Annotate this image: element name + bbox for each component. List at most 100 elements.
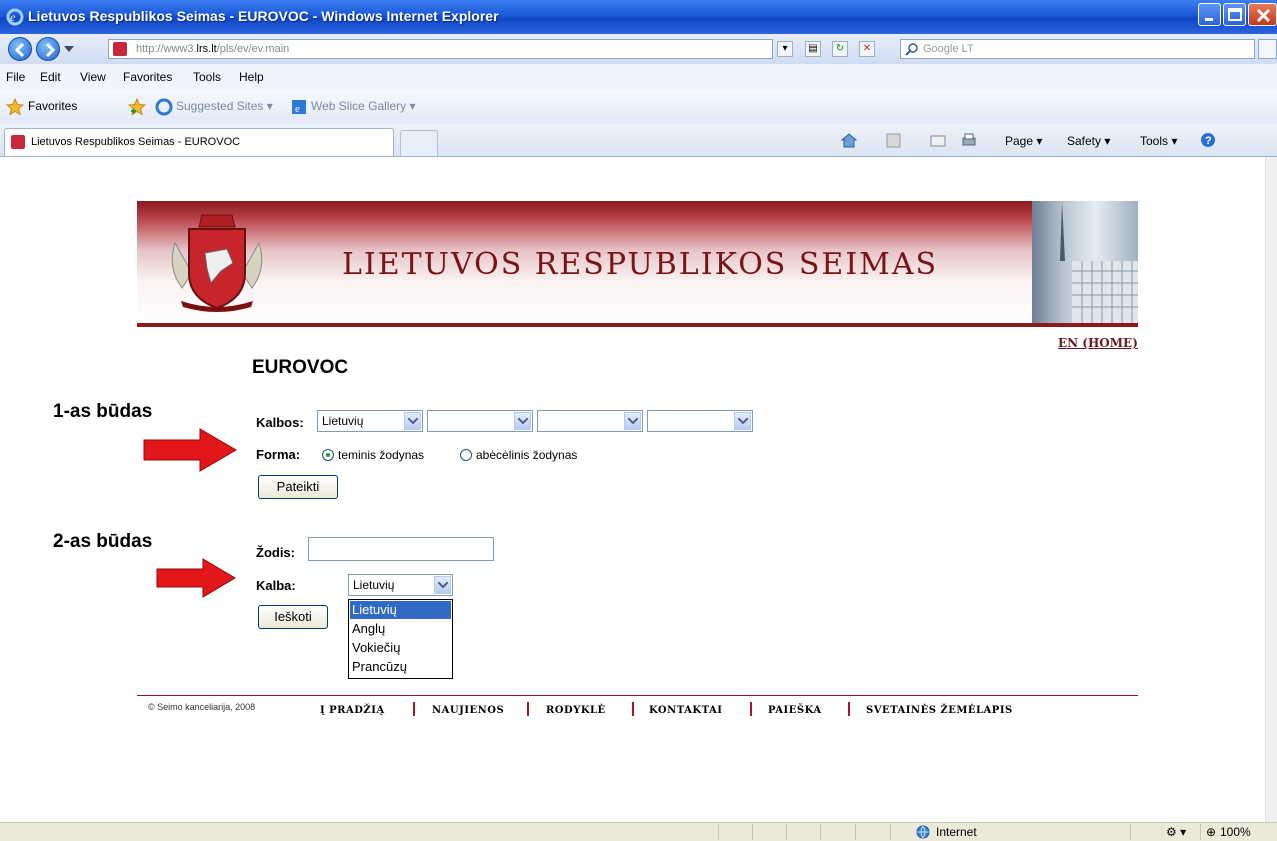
- search-input[interactable]: Google LT: [900, 39, 1255, 59]
- home-icon[interactable]: [840, 132, 858, 148]
- safety-menu[interactable]: Safety ▾: [1067, 134, 1110, 148]
- compatibility-view-icon[interactable]: ▤: [805, 41, 821, 57]
- page-menu[interactable]: Page ▾: [1005, 134, 1042, 148]
- address-bar[interactable]: http://www3.lrs.lt/pls/ev/ev.main: [108, 39, 773, 59]
- back-button[interactable]: [8, 37, 32, 61]
- window-title: Lietuvos Respublikos Seimas - EUROVOC - …: [28, 8, 499, 24]
- suggested-sites-link[interactable]: Suggested Sites ▾: [176, 99, 273, 113]
- status-divider: [752, 824, 753, 840]
- zoom-level[interactable]: 100%: [1220, 825, 1251, 839]
- footer-link-paieska[interactable]: PAIEŠKA: [768, 705, 822, 716]
- kalbos-label: Kalbos:: [256, 415, 304, 430]
- vertical-scrollbar[interactable]: [1265, 157, 1277, 822]
- footer-link-rodykle[interactable]: RODYKLĖ: [546, 705, 606, 716]
- submit-button[interactable]: Pateikti: [258, 475, 338, 499]
- radio-teminis[interactable]: [322, 449, 334, 461]
- zoom-icon[interactable]: ⊕: [1206, 825, 1216, 839]
- menu-edit[interactable]: Edit: [40, 70, 61, 84]
- status-divider: [820, 824, 821, 840]
- tab-label: Lietuvos Respublikos Seimas - EUROVOC: [31, 136, 241, 148]
- status-divider: [786, 824, 787, 840]
- word-input[interactable]: [308, 537, 494, 561]
- page-title: EUROVOC: [252, 357, 349, 378]
- menu-file[interactable]: File: [6, 70, 25, 84]
- refresh-icon[interactable]: ↻: [832, 41, 848, 57]
- footer-separator: [527, 702, 529, 716]
- add-favorites-icon[interactable]: [128, 98, 146, 116]
- kalba-select[interactable]: Lietuvių: [348, 574, 453, 596]
- chevron-down-icon: [514, 412, 531, 430]
- status-divider: [1130, 824, 1131, 840]
- chevron-down-icon: [404, 412, 421, 430]
- radio-abecelinis[interactable]: [460, 449, 472, 461]
- maximize-button[interactable]: [1223, 3, 1246, 26]
- zodis-label: Žodis:: [256, 545, 295, 560]
- read-mail-icon[interactable]: [929, 132, 947, 148]
- tab-bar: Lietuvos Respublikos Seimas - EUROVOC Pa…: [0, 124, 1277, 157]
- suggested-sites-icon: [155, 98, 173, 116]
- tab-eurovoc[interactable]: Lietuvos Respublikos Seimas - EUROVOC: [4, 128, 394, 156]
- status-bar: Internet ⚙ ▾ ⊕ 100%: [0, 822, 1277, 841]
- footer-link-naujienos[interactable]: NAUJIENOS: [432, 705, 504, 716]
- site-banner: LIETUVOS RESPUBLIKOS SEIMAS: [137, 201, 1138, 327]
- footer-link-kontaktai[interactable]: KONTAKTAI: [649, 705, 722, 716]
- tools-menu[interactable]: Tools ▾: [1140, 134, 1177, 148]
- favorites-bar: Favorites Suggested Sites ▾ e Web Slice …: [0, 90, 1277, 125]
- chevron-down-icon: [624, 412, 641, 430]
- protected-mode-icon[interactable]: ⚙ ▾: [1166, 825, 1186, 839]
- en-home-link[interactable]: EN (HOME): [1058, 336, 1138, 350]
- chevron-down-icon: [734, 412, 751, 430]
- tab-favicon-icon: [11, 135, 25, 149]
- print-icon[interactable]: [960, 132, 978, 148]
- address-dropdown-icon[interactable]: ▾: [777, 41, 793, 57]
- svg-text:e: e: [295, 103, 300, 115]
- minimize-button[interactable]: [1198, 3, 1221, 26]
- kalba-label: Kalba:: [256, 578, 296, 593]
- history-dropdown-icon[interactable]: [64, 46, 74, 52]
- footer-separator: [413, 702, 415, 716]
- ie-logo-icon: e: [6, 8, 24, 26]
- language-select-3[interactable]: [537, 410, 643, 432]
- language-select-2[interactable]: [427, 410, 533, 432]
- forward-button[interactable]: [36, 37, 60, 61]
- svg-text:e: e: [10, 10, 16, 24]
- status-divider: [718, 824, 719, 840]
- option-anglu[interactable]: Anglų: [350, 620, 451, 638]
- site-favicon-icon: [113, 42, 127, 56]
- language-select-4[interactable]: [647, 410, 753, 432]
- language-select-1[interactable]: Lietuvių: [317, 410, 423, 432]
- help-icon[interactable]: ?: [1200, 132, 1218, 148]
- web-slice-gallery-link[interactable]: Web Slice Gallery ▾: [311, 99, 416, 113]
- footer-divider: [137, 695, 1138, 696]
- footer-link-pradzia[interactable]: Į PRADŽIĄ: [320, 705, 385, 716]
- menu-help[interactable]: Help: [239, 70, 264, 84]
- option-lietuviu[interactable]: Lietuvių: [350, 601, 451, 619]
- stop-icon[interactable]: ✕: [859, 41, 875, 57]
- option-prancuzu[interactable]: Prancūzų: [350, 658, 451, 676]
- status-divider: [855, 824, 856, 840]
- security-zone: Internet: [936, 825, 977, 839]
- footer-separator: [750, 702, 752, 716]
- search-button[interactable]: [1258, 39, 1277, 59]
- coat-of-arms-icon: [171, 214, 263, 312]
- close-button[interactable]: [1248, 3, 1277, 26]
- status-divider: [1200, 824, 1201, 840]
- radio-abecelinis-label: abėcėlinis žodynas: [476, 448, 578, 462]
- new-tab-button[interactable]: [400, 130, 438, 156]
- favorites-button[interactable]: Favorites: [28, 99, 77, 113]
- feeds-icon[interactable]: [885, 132, 903, 148]
- option-vokieciu[interactable]: Vokiečių: [350, 639, 451, 657]
- search-button[interactable]: Ieškoti: [258, 605, 328, 629]
- svg-text:?: ?: [1205, 135, 1212, 147]
- window-title-bar: e Lietuvos Respublikos Seimas - EUROVOC …: [0, 0, 1277, 34]
- method-1-label: 1-as būdas: [53, 401, 153, 422]
- menu-tools[interactable]: Tools: [193, 70, 221, 84]
- address-toolbar: http://www3.lrs.lt/pls/ev/ev.main ▾ ▤ ↻ …: [0, 34, 1277, 64]
- banner-divider: [137, 323, 1138, 327]
- footer-link-zemelapis[interactable]: SVETAINĖS ŽEMĖLAPIS: [866, 705, 1013, 716]
- menu-view[interactable]: View: [80, 70, 106, 84]
- seimas-building-image: [1032, 201, 1138, 323]
- favorites-star-icon: [6, 98, 24, 116]
- red-arrow-icon: [143, 428, 237, 472]
- menu-favorites[interactable]: Favorites: [123, 70, 172, 84]
